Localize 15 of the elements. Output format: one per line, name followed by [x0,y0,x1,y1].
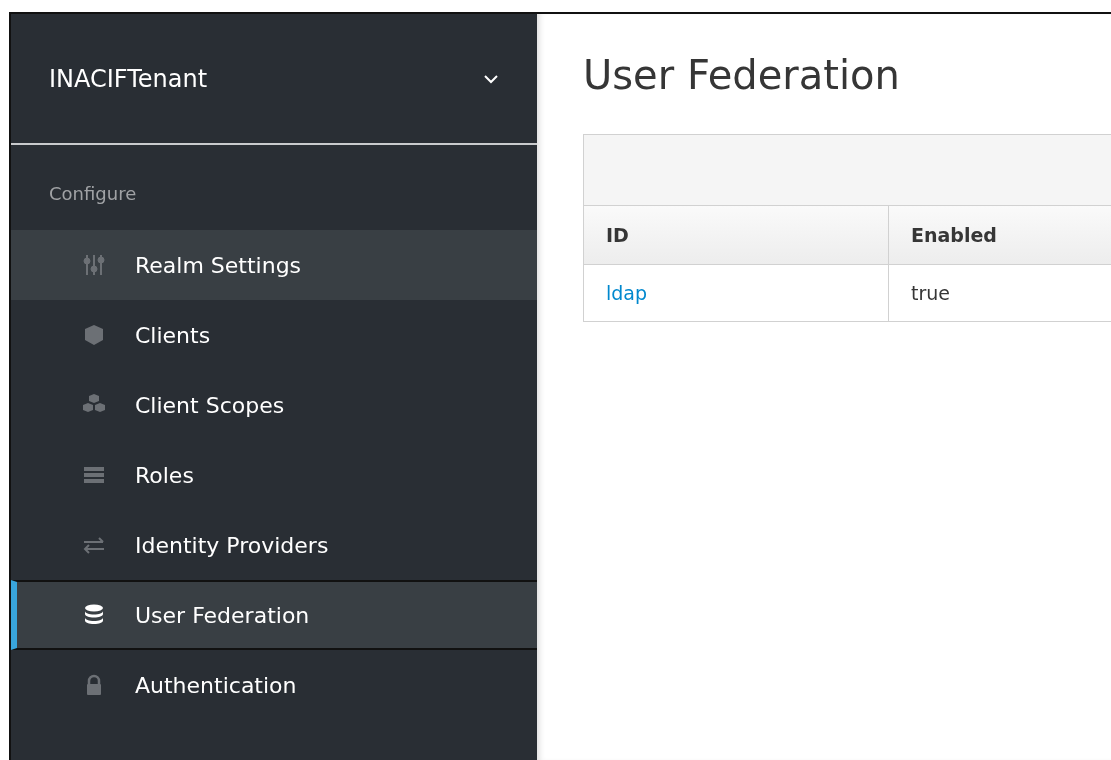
chevron-down-icon [483,73,499,84]
sidebar-item[interactable]: Authentication [11,650,537,720]
sidebar-item[interactable]: Clients [11,300,537,370]
sidebar-item[interactable]: Client Scopes [11,370,537,440]
sliders-icon [81,252,107,278]
sidebar-item[interactable]: Identity Providers [11,510,537,580]
table-cell-text: true [910,281,951,306]
page-title: User Federation [583,52,901,98]
column-header: ID [584,206,889,264]
section-label: Configure [48,182,138,206]
table-link[interactable]: ldap [606,282,648,304]
sidebar-item[interactable]: User Federation [11,580,537,650]
sidebar-item[interactable]: Realm Settings [11,230,537,300]
sidebar-item[interactable]: Roles [11,440,537,510]
column-header: Enabled [910,223,998,248]
